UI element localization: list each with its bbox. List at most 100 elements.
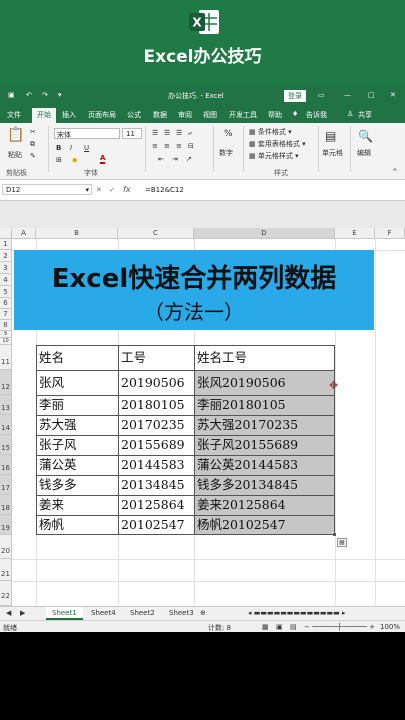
row-header[interactable]: 12 — [0, 370, 12, 395]
align-middle-icon[interactable]: ☰ — [164, 129, 170, 137]
cell-id[interactable]: 20144583 — [119, 455, 194, 475]
quick-access-more-icon[interactable]: ▾ — [58, 91, 62, 99]
quick-analysis-icon[interactable]: ▤ — [337, 538, 347, 547]
font-color-icon[interactable]: A — [100, 154, 106, 164]
cell-merged[interactable]: 张风20190506 — [195, 370, 334, 395]
sheet-tab[interactable]: Sheet2 — [130, 609, 155, 617]
underline-button[interactable]: U — [84, 144, 89, 152]
name-box[interactable]: D12 ▾ — [2, 184, 92, 195]
tell-me-input[interactable]: 告诉我 — [306, 110, 327, 120]
row-header[interactable]: 2 — [0, 250, 12, 262]
align-right-icon[interactable]: ≡ — [176, 142, 182, 150]
row-header[interactable]: 6 — [0, 298, 12, 309]
zoom-slider[interactable]: − ──────┼────── + — [304, 623, 375, 631]
row-header[interactable]: 17 — [0, 475, 12, 495]
paste-button[interactable]: 粘贴 — [8, 150, 22, 160]
column-header[interactable]: A — [12, 228, 36, 239]
tab-review[interactable]: 审阅 — [178, 110, 192, 120]
row-header[interactable]: 16 — [0, 455, 12, 475]
copy-icon[interactable]: ⧉ — [30, 140, 35, 149]
align-top-icon[interactable]: ☰ — [152, 129, 158, 137]
cell-name[interactable]: 张风 — [37, 370, 118, 395]
editing-button[interactable]: 编辑 — [357, 148, 371, 158]
page-break-icon[interactable]: ▤ — [290, 623, 297, 631]
cell-id[interactable]: 20155689 — [119, 435, 194, 455]
cell-name[interactable]: 张子风 — [37, 435, 118, 455]
header-name[interactable]: 姓名 — [37, 345, 118, 370]
share-button[interactable]: 共享 — [358, 110, 372, 120]
border-icon[interactable]: ⊞ — [56, 156, 62, 164]
row-header[interactable]: 4 — [0, 274, 12, 286]
column-header[interactable]: E — [335, 228, 375, 239]
cell-merged[interactable]: 蒲公英20144583 — [195, 455, 334, 475]
tab-developer[interactable]: 开发工具 — [229, 110, 257, 120]
cell-name[interactable]: 杨帆 — [37, 515, 118, 535]
cell-id[interactable]: 20125864 — [119, 495, 194, 515]
restore-button[interactable]: □ — [368, 91, 375, 99]
tab-view[interactable]: 视图 — [203, 110, 217, 120]
sheet-tab-active[interactable]: Sheet1 — [46, 607, 83, 620]
next-sheet-icon[interactable]: ▶ — [20, 609, 25, 617]
cell-style-button[interactable]: ▦ 单元格样式 ▾ — [249, 151, 299, 161]
cell-merged[interactable]: 杨帆20102547 — [195, 515, 334, 535]
number-format-button[interactable]: 数字 — [219, 148, 233, 158]
header-name-id[interactable]: 姓名工号 — [195, 345, 334, 370]
select-all-corner[interactable] — [0, 228, 12, 239]
column-header[interactable]: C — [118, 228, 194, 239]
ribbon-display-icon[interactable]: ▭ — [318, 91, 325, 99]
cell-id[interactable]: 20180105 — [119, 395, 194, 415]
tab-page-layout[interactable]: 页面布局 — [88, 110, 116, 120]
column-header[interactable]: F — [375, 228, 405, 239]
tab-help[interactable]: 帮助 — [268, 110, 282, 120]
row-header[interactable]: 10 — [0, 338, 12, 345]
horizontal-scrollbar[interactable]: ◂ ▬▬▬▬▬▬▬▬▬▬▬▬▬ ▸ — [248, 609, 345, 617]
decrease-indent-icon[interactable]: ⇤ — [158, 155, 164, 163]
cell-merged[interactable]: 钱多多20134845 — [195, 475, 334, 495]
row-header[interactable]: 3 — [0, 262, 12, 274]
undo-icon[interactable]: ↶ — [26, 91, 32, 99]
row-header[interactable]: 21 — [0, 559, 12, 581]
name-box-dropdown-icon[interactable]: ▾ — [85, 186, 89, 194]
cancel-icon[interactable]: ✕ — [96, 186, 102, 194]
header-id[interactable]: 工号 — [119, 345, 194, 370]
collapse-ribbon-icon[interactable]: ^ — [392, 168, 398, 176]
cell-merged[interactable]: 李丽20180105 — [195, 395, 334, 415]
row-header[interactable]: 18 — [0, 495, 12, 515]
close-button[interactable]: ✕ — [390, 91, 396, 99]
font-name-select[interactable]: 宋体 — [54, 128, 120, 139]
increase-indent-icon[interactable]: ⇥ — [172, 155, 178, 163]
login-button[interactable]: 登录 — [284, 90, 306, 102]
cell-id[interactable]: 20134845 — [119, 475, 194, 495]
column-header[interactable]: B — [36, 228, 118, 239]
align-bottom-icon[interactable]: ☰ — [176, 129, 182, 137]
cell-name[interactable]: 蒲公英 — [37, 455, 118, 475]
cell-id[interactable]: 20190506 — [119, 370, 194, 395]
merge-cells-icon[interactable]: ⊟ — [188, 142, 194, 150]
align-center-icon[interactable]: ≡ — [164, 142, 170, 150]
sheet-tab[interactable]: Sheet3 — [169, 609, 194, 617]
normal-view-icon[interactable]: ▦ — [262, 623, 269, 631]
tab-file[interactable]: 文件 — [7, 110, 21, 120]
table-format-button[interactable]: ▦ 套用表格格式 ▾ — [249, 139, 306, 149]
formula-input[interactable]: =B12&C12 — [145, 186, 184, 194]
row-header[interactable]: 14 — [0, 415, 12, 435]
bold-button[interactable]: B — [56, 144, 61, 152]
cells-button[interactable]: 单元格 — [322, 148, 343, 158]
row-header[interactable]: 9 — [0, 331, 12, 338]
zoom-level[interactable]: 100% — [380, 623, 400, 631]
fill-color-icon[interactable]: ◆ — [72, 156, 77, 164]
cell-name[interactable]: 钱多多 — [37, 475, 118, 495]
cut-icon[interactable]: ✂ — [30, 128, 36, 136]
italic-button[interactable]: I — [70, 144, 72, 152]
row-header[interactable]: 11 — [0, 345, 12, 370]
tab-data[interactable]: 数据 — [153, 110, 167, 120]
row-header[interactable]: 20 — [0, 535, 12, 559]
align-left-icon[interactable]: ≡ — [152, 142, 158, 150]
add-sheet-icon[interactable]: ⊕ — [200, 609, 206, 617]
wrap-text-icon[interactable]: ⤶ — [188, 129, 192, 138]
row-header[interactable]: 19 — [0, 515, 12, 535]
percent-icon[interactable]: % — [224, 129, 233, 139]
prev-sheet-icon[interactable]: ◀ — [6, 609, 11, 617]
tab-home[interactable]: 开始 — [32, 108, 56, 123]
redo-icon[interactable]: ↷ — [42, 91, 48, 99]
